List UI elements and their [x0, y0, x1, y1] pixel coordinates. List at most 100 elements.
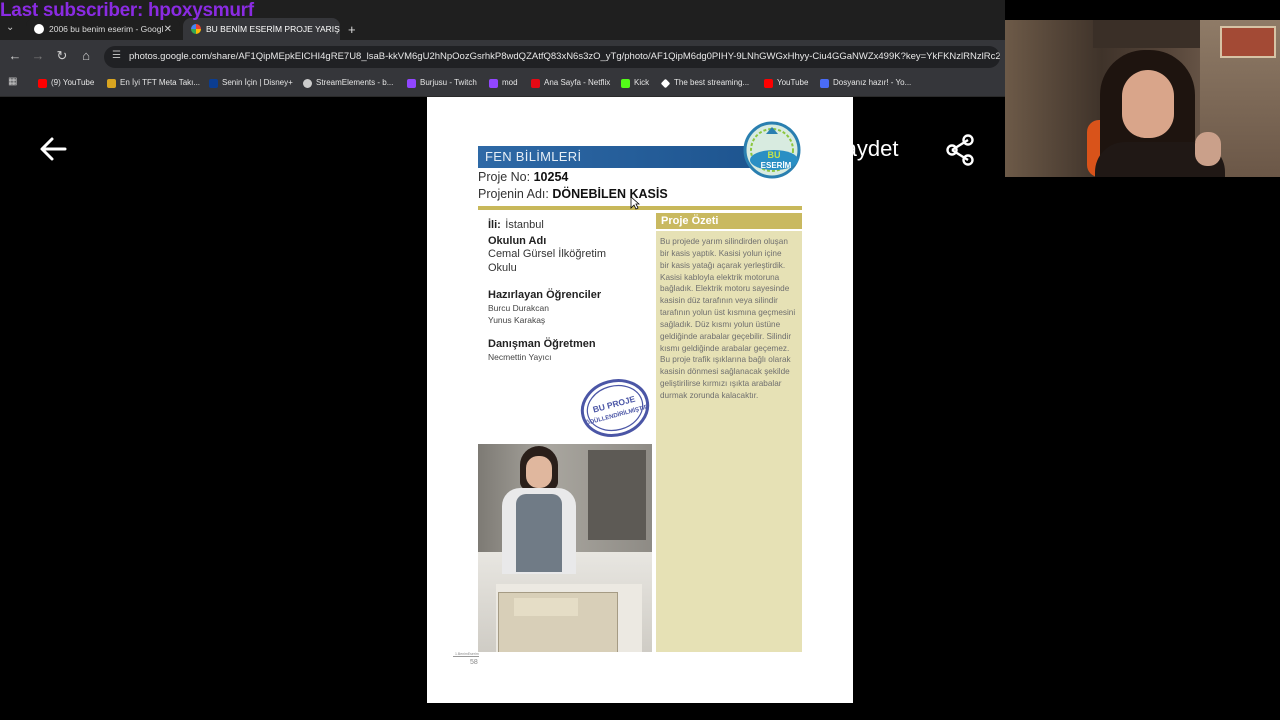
- summary-line: Bu projede yarım silindirden oluşan: [660, 237, 788, 246]
- summary-line: kısmı geldiğinde arabalar geçemez.: [660, 343, 790, 353]
- tab-title: 2006 bu benim eserim - Googl: [49, 24, 164, 34]
- school-name-line1: Cemal Gürsel İlköğretim: [488, 248, 606, 260]
- bookmark-label: Burjusu - Twitch: [420, 78, 477, 87]
- diamond-icon: [660, 78, 671, 88]
- file-ready-icon: [820, 78, 829, 88]
- bookmark-item[interactable]: Kick: [621, 75, 649, 91]
- photo-student-vest: [516, 494, 562, 572]
- bookmark-item[interactable]: (9) YouTube: [38, 75, 94, 91]
- students-label: Hazırlayan Öğrenciler: [488, 289, 602, 301]
- bookmark-item[interactable]: Ana Sayfa - Netflix: [531, 75, 610, 91]
- student-name: Burcu Durakcan: [488, 303, 549, 313]
- school-label: Okulun Adı: [488, 235, 547, 247]
- project-name-label: Projenin Adı:: [478, 187, 549, 201]
- bookmark-label: (9) YouTube: [51, 78, 95, 87]
- webcam-feed: [1005, 20, 1280, 177]
- streamelements-icon: [303, 78, 312, 88]
- summary-line: kasisin düz tarafının veya silindir: [660, 296, 778, 306]
- city-label: İli:: [488, 219, 501, 231]
- disney-icon: [209, 78, 218, 88]
- photo-model-bump: [514, 598, 578, 616]
- youtube-icon: [764, 78, 773, 88]
- summary-line: Bu proje trafik ışıklarına bağlı olarak: [660, 355, 791, 365]
- bookmark-item[interactable]: The best streaming...: [660, 75, 750, 91]
- summary-line: geliştirilirse kırmızı ışıkta arabalar: [660, 379, 782, 389]
- webcam-person-hand: [1195, 132, 1221, 166]
- photos-favicon-icon: [191, 24, 201, 34]
- bookmark-item[interactable]: En İyi TFT Meta Takı...: [107, 75, 200, 91]
- bookmark-label: StreamElements - b...: [316, 78, 394, 87]
- project-number-line: Proje No: 10254: [478, 170, 568, 184]
- webcam-poster: [1220, 26, 1276, 58]
- netflix-icon: [531, 78, 540, 88]
- close-tab-icon[interactable]: ✕: [164, 24, 172, 35]
- advisor-name: Necmettin Yayıcı: [488, 352, 552, 362]
- student-photo: [478, 444, 652, 652]
- new-tab-button[interactable]: +: [348, 22, 356, 37]
- bookmark-item[interactable]: Dosyanız hazır! - Yo...: [820, 75, 911, 91]
- bookmark-label: Kick: [634, 78, 650, 87]
- apps-grid-icon[interactable]: ▦: [8, 76, 17, 87]
- back-nav-icon[interactable]: ←: [6, 47, 24, 65]
- svg-text:ESERİM: ESERİM: [761, 161, 792, 170]
- gold-divider: [478, 206, 802, 210]
- bookmark-label: YouTube: [777, 78, 809, 87]
- project-name: DÖNEBİLEN KASİS: [552, 187, 668, 201]
- back-arrow-icon[interactable]: [38, 134, 68, 164]
- twitch-icon: [407, 78, 416, 88]
- bookmark-item[interactable]: Burjusu - Twitch: [407, 75, 477, 91]
- project-number: 10254: [533, 170, 569, 184]
- bookmark-item[interactable]: StreamElements - b...: [303, 75, 393, 91]
- summary-line: kasisin dönmesi sağlanacak şekilde: [660, 367, 790, 377]
- city-value: İstanbul: [505, 219, 544, 231]
- youtube-icon: [38, 78, 47, 88]
- student-name: Yunus Karakaş: [488, 315, 546, 325]
- project-number-label: Proje No:: [478, 170, 531, 184]
- webcam-shelf: [1093, 20, 1203, 48]
- google-favicon-icon: [34, 24, 44, 34]
- bu-benim-eserim-logo: BU ESERİM: [743, 121, 801, 179]
- advisor-label: Danışman Öğretmen: [488, 338, 596, 350]
- summary-line: sağladık. Düz kısmı yolun üstüne: [660, 319, 781, 329]
- home-icon[interactable]: ⌂: [77, 47, 95, 65]
- bookmark-label: Dosyanız hazır! - Yo...: [833, 78, 912, 87]
- photo-student-face: [526, 456, 552, 488]
- bookmark-label: mod: [502, 78, 518, 87]
- summary-line: bir kasis yaptık. Kasisi yolun içine: [660, 248, 782, 258]
- webcam-person-face: [1122, 70, 1174, 138]
- page-number-rule: [453, 656, 479, 657]
- bookmark-label: Senin İçin | Disney+: [222, 78, 293, 87]
- bookmark-label: Ana Sayfa - Netflix: [544, 78, 611, 87]
- summary-line: bağladık. Elektrik motoru sayesinde: [660, 284, 790, 294]
- tab-list-chevron-icon[interactable]: ⌄: [6, 22, 14, 33]
- share-icon[interactable]: [944, 133, 976, 167]
- bookmark-item[interactable]: YouTube: [764, 75, 808, 91]
- last-subscriber-overlay: Last subscriber: hpoxysmurf: [0, 0, 254, 21]
- summary-line: durmak zorunda kalacaktır.: [660, 390, 759, 400]
- school-name-line2: Okulu: [488, 262, 517, 274]
- site-info-icon[interactable]: ☰: [112, 50, 121, 61]
- bookmark-item[interactable]: Senin İçin | Disney+: [209, 75, 293, 91]
- summary-line: geldiğinde arabalar geçebilir. Silindir: [660, 331, 792, 341]
- tft-icon: [107, 78, 116, 88]
- summary-title: Proje Özeti: [656, 213, 802, 229]
- tab-title: BU BENİM ESERİM PROJE YARIŞ: [206, 24, 340, 34]
- twitch-icon: [489, 78, 498, 88]
- page-number: 58: [470, 659, 478, 666]
- department-title: FEN BİLİMLERİ: [485, 149, 582, 164]
- summary-text: Bu projede yarım silindirden oluşan bir …: [660, 236, 800, 402]
- bookmark-item[interactable]: mod: [489, 75, 518, 91]
- address-bar[interactable]: photos.google.com/share/AF1QipMEpkEICHI4…: [104, 46, 1000, 68]
- kick-icon: [621, 78, 630, 88]
- award-stamp: BU PROJE ÖDÜLLENDİRİLMİŞTİR: [580, 379, 650, 437]
- svg-text:BU: BU: [768, 150, 781, 160]
- summary-line: tarafının yolun üst kısmına geçmesini: [660, 308, 796, 318]
- summary-line: bir kasis yatağı açarak yerleştirdik.: [660, 260, 786, 270]
- reload-icon[interactable]: ↻: [53, 47, 71, 65]
- bookmark-label: The best streaming...: [674, 78, 750, 87]
- mouse-cursor-icon: [630, 196, 640, 210]
- forward-nav-icon[interactable]: →: [29, 47, 47, 65]
- summary-line: Kasisi kabloyla elektrik motoruna: [660, 272, 780, 282]
- bookmark-label: En İyi TFT Meta Takı...: [120, 78, 201, 87]
- photo-cabinet: [588, 450, 646, 540]
